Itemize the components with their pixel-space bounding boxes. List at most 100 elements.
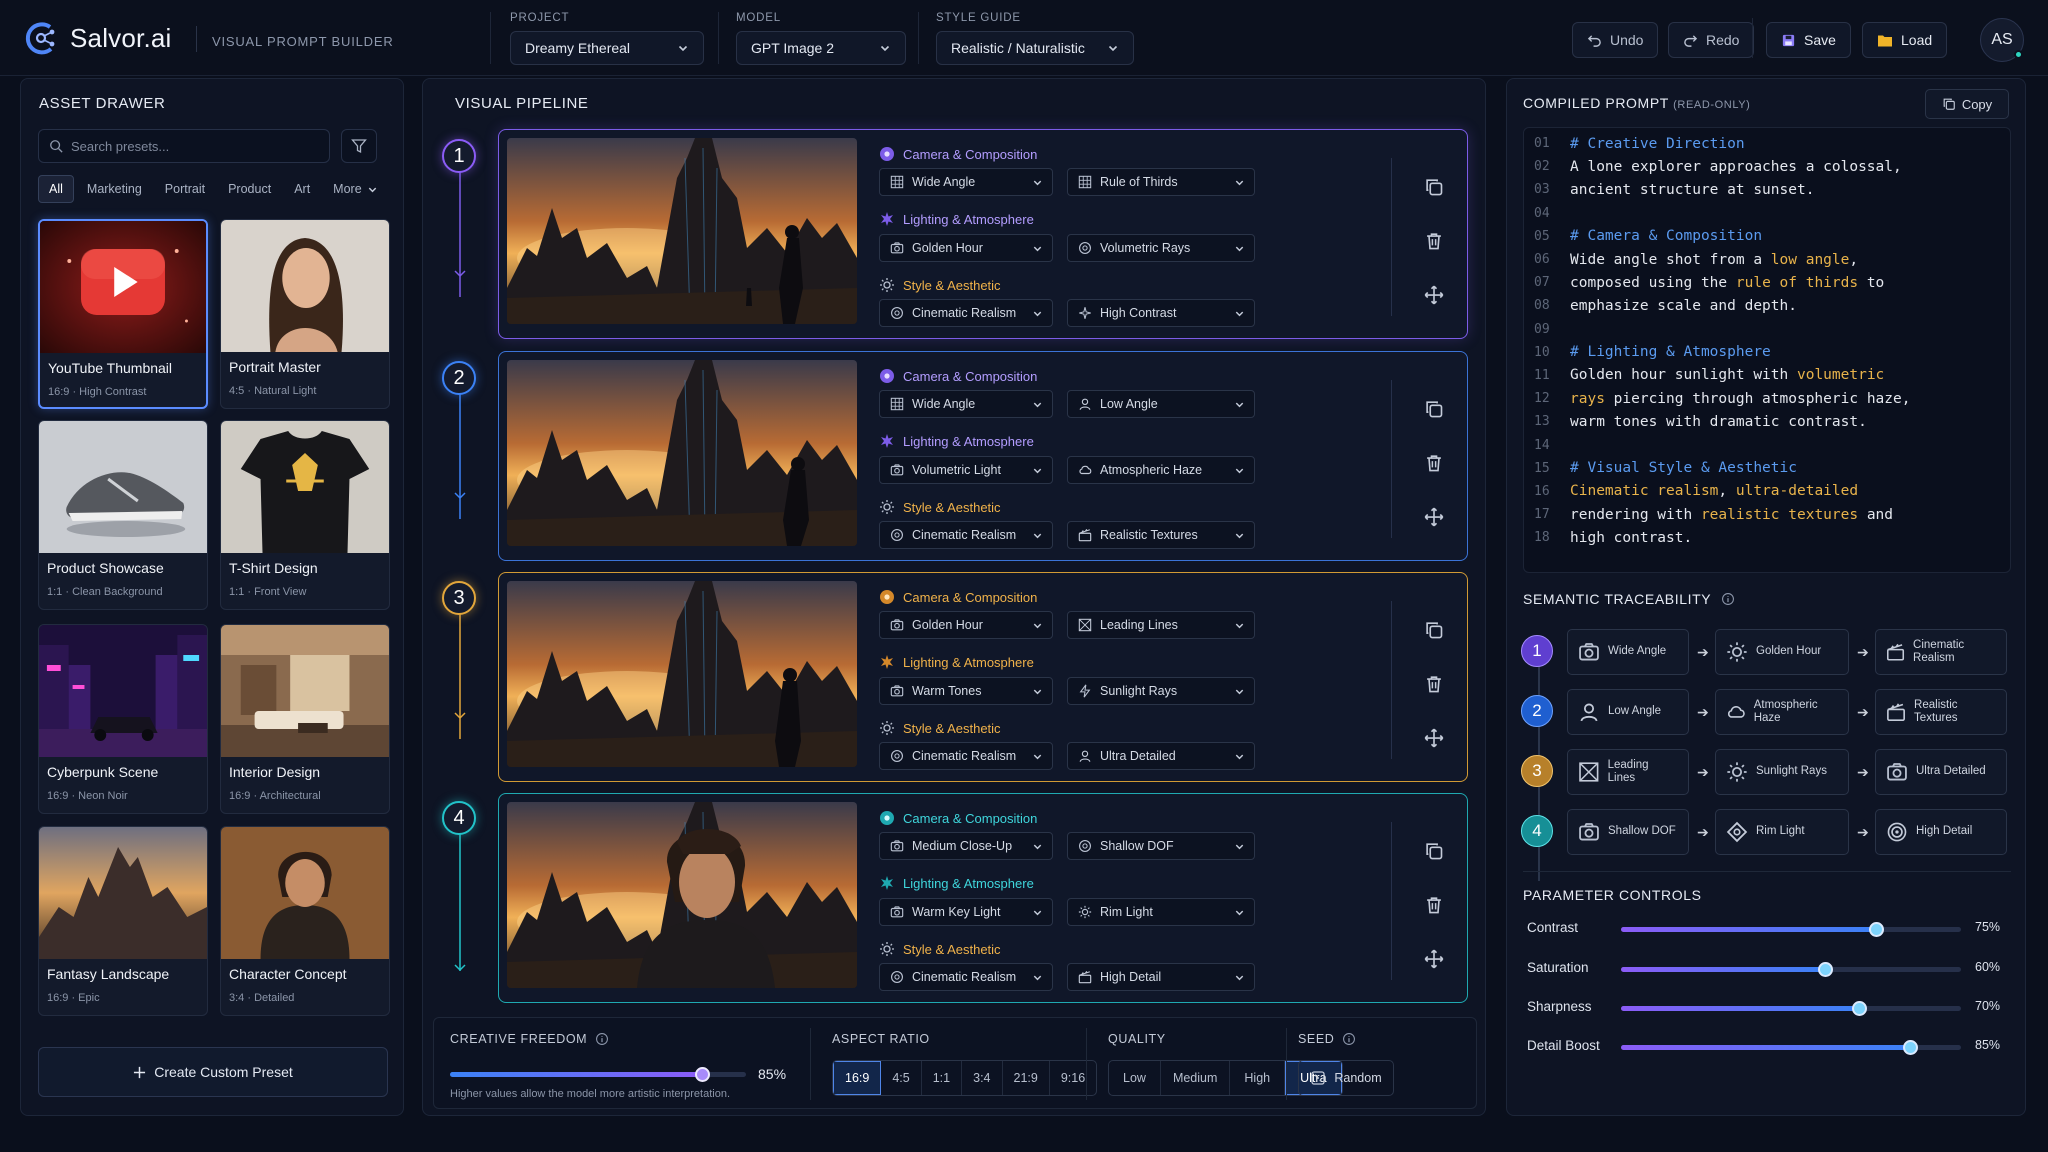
- trace-item[interactable]: Wide Angle: [1567, 629, 1689, 675]
- preset-card-character-concept[interactable]: Character Concept 3:4 · Detailed: [220, 826, 390, 1016]
- camera-select-secondary[interactable]: Low Angle: [1067, 390, 1255, 418]
- contrast-slider[interactable]: [1621, 922, 1961, 937]
- camera-select-primary[interactable]: Medium Close-Up: [879, 832, 1053, 860]
- trace-item[interactable]: Cinematic Realism: [1875, 629, 2007, 675]
- camera-select-primary[interactable]: Wide Angle: [879, 168, 1053, 196]
- lighting-select-secondary[interactable]: Sunlight Rays: [1067, 677, 1255, 705]
- delete-button[interactable]: [1409, 878, 1459, 932]
- camera-select-secondary[interactable]: Leading Lines: [1067, 611, 1255, 639]
- aspect-9-16[interactable]: 9:16: [1050, 1061, 1096, 1095]
- trace-item[interactable]: Atmospheric Haze: [1715, 689, 1849, 735]
- slider-knob[interactable]: [694, 1067, 710, 1082]
- lighting-select-secondary[interactable]: Rim Light: [1067, 898, 1255, 926]
- style-guide-select[interactable]: Realistic / Naturalistic: [936, 31, 1134, 65]
- style-select-primary[interactable]: Cinematic Realism: [879, 742, 1053, 770]
- preset-card-t-shirt-design[interactable]: T-Shirt Design 1:1 · Front View: [220, 420, 390, 610]
- pipeline-step-3[interactable]: Camera & Composition Golden Hour Leading…: [498, 572, 1468, 782]
- preset-card-cyberpunk-scene[interactable]: Cyberpunk Scene 16:9 · Neon Noir: [38, 624, 208, 814]
- detail-boost-slider[interactable]: [1621, 1040, 1961, 1055]
- sharpness-slider[interactable]: [1621, 1001, 1961, 1016]
- saturation-slider[interactable]: [1621, 962, 1961, 977]
- aspect-21-9[interactable]: 21:9: [1003, 1061, 1050, 1095]
- aspect-1-1[interactable]: 1:1: [922, 1061, 963, 1095]
- trace-item[interactable]: Leading Lines: [1567, 749, 1689, 795]
- chip-all[interactable]: All: [38, 175, 74, 203]
- model-select[interactable]: GPT Image 2: [736, 31, 906, 65]
- pipeline-step-4[interactable]: Camera & Composition Medium Close-Up Sha…: [498, 793, 1468, 1003]
- preset-card-interior-design[interactable]: Interior Design 16:9 · Architectural: [220, 624, 390, 814]
- preset-card-portrait-master[interactable]: Portrait Master 4:5 · Natural Light: [220, 219, 390, 409]
- redo-button[interactable]: Redo: [1668, 22, 1755, 58]
- quality-low[interactable]: Low: [1109, 1061, 1161, 1095]
- app-logo[interactable]: Salvor.ai: [20, 18, 172, 58]
- filter-button[interactable]: [341, 129, 377, 163]
- drag-handle[interactable]: [1409, 490, 1459, 544]
- aspect-3-4[interactable]: 3:4: [962, 1061, 1003, 1095]
- project-select[interactable]: Dreamy Ethereal: [510, 31, 704, 65]
- style-select-primary[interactable]: Cinematic Realism: [879, 963, 1053, 991]
- lighting-select-secondary[interactable]: Atmospheric Haze: [1067, 456, 1255, 484]
- style-select-secondary[interactable]: Realistic Textures: [1067, 521, 1255, 549]
- slider-knob[interactable]: [1852, 1001, 1867, 1016]
- slider-knob[interactable]: [1818, 962, 1833, 977]
- drag-handle[interactable]: [1409, 932, 1459, 986]
- slider-knob[interactable]: [1903, 1040, 1918, 1055]
- lighting-select-primary[interactable]: Warm Key Light: [879, 898, 1053, 926]
- style-select-primary[interactable]: Cinematic Realism: [879, 299, 1053, 327]
- chip-marketing[interactable]: Marketing: [77, 175, 152, 203]
- save-button[interactable]: Save: [1766, 22, 1851, 58]
- slider-knob[interactable]: [1869, 922, 1884, 937]
- duplicate-button[interactable]: [1409, 382, 1459, 436]
- create-custom-preset-button[interactable]: Create Custom Preset: [38, 1047, 388, 1097]
- trace-item[interactable]: Low Angle: [1567, 689, 1689, 735]
- style-select-secondary[interactable]: High Detail: [1067, 963, 1255, 991]
- copy-prompt-button[interactable]: Copy: [1925, 89, 2009, 119]
- lighting-select-primary[interactable]: Volumetric Light: [879, 456, 1053, 484]
- chip-more[interactable]: More: [323, 175, 387, 203]
- creative-freedom-slider[interactable]: [450, 1067, 746, 1082]
- preset-card-fantasy-landscape[interactable]: Fantasy Landscape 16:9 · Epic: [38, 826, 208, 1016]
- camera-select-primary[interactable]: Golden Hour: [879, 611, 1053, 639]
- pipeline-step-1[interactable]: Camera & Composition Wide Angle Rule of …: [498, 129, 1468, 339]
- duplicate-button[interactable]: [1409, 603, 1459, 657]
- trace-item[interactable]: Rim Light: [1715, 809, 1849, 855]
- quality-medium[interactable]: Medium: [1161, 1061, 1231, 1095]
- style-select-secondary[interactable]: Ultra Detailed: [1067, 742, 1255, 770]
- group-label: Style & Aesthetic: [903, 720, 1001, 736]
- quality-high[interactable]: High: [1230, 1061, 1286, 1095]
- load-button[interactable]: Load: [1862, 22, 1948, 58]
- search-input[interactable]: Search presets...: [38, 129, 330, 163]
- trace-item[interactable]: Ultra Detailed: [1875, 749, 2007, 795]
- trace-item[interactable]: Sunlight Rays: [1715, 749, 1849, 795]
- camera-select-secondary[interactable]: Shallow DOF: [1067, 832, 1255, 860]
- delete-button[interactable]: [1409, 436, 1459, 490]
- duplicate-button[interactable]: [1409, 824, 1459, 878]
- lighting-select-primary[interactable]: Warm Tones: [879, 677, 1053, 705]
- preset-card-product-showcase[interactable]: Product Showcase 1:1 · Clean Background: [38, 420, 208, 610]
- chip-product[interactable]: Product: [218, 175, 281, 203]
- lighting-select-secondary[interactable]: Volumetric Rays: [1067, 234, 1255, 262]
- style-select-primary[interactable]: Cinematic Realism: [879, 521, 1053, 549]
- delete-button[interactable]: [1409, 657, 1459, 711]
- pipeline-step-2[interactable]: Camera & Composition Wide Angle Low Angl…: [498, 351, 1468, 561]
- trace-item[interactable]: Shallow DOF: [1567, 809, 1689, 855]
- trace-item[interactable]: Realistic Textures: [1875, 689, 2007, 735]
- seed-random-button[interactable]: Random: [1298, 1060, 1394, 1096]
- trace-item[interactable]: High Detail: [1875, 809, 2007, 855]
- trace-item[interactable]: Golden Hour: [1715, 629, 1849, 675]
- camera-select-primary[interactable]: Wide Angle: [879, 390, 1053, 418]
- preset-card-youtube-thumbnail[interactable]: YouTube Thumbnail 16:9 · High Contrast: [38, 219, 208, 409]
- duplicate-button[interactable]: [1409, 160, 1459, 214]
- aspect-4-5[interactable]: 4:5: [881, 1061, 922, 1095]
- undo-button[interactable]: Undo: [1572, 22, 1659, 58]
- style-select-secondary[interactable]: High Contrast: [1067, 299, 1255, 327]
- avatar[interactable]: AS: [1980, 18, 2024, 62]
- chip-art[interactable]: Art: [284, 175, 320, 203]
- delete-button[interactable]: [1409, 214, 1459, 268]
- drag-handle[interactable]: [1409, 268, 1459, 322]
- chip-portrait[interactable]: Portrait: [155, 175, 215, 203]
- aspect-16-9[interactable]: 16:9: [833, 1061, 882, 1095]
- drag-handle[interactable]: [1409, 711, 1459, 765]
- camera-select-secondary[interactable]: Rule of Thirds: [1067, 168, 1255, 196]
- lighting-select-primary[interactable]: Golden Hour: [879, 234, 1053, 262]
